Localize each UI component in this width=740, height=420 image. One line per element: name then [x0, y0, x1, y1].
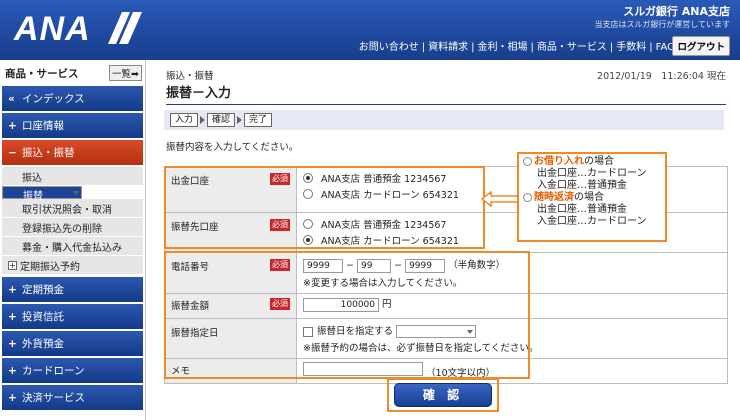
sidebar-item-label: 投資信託 [22, 311, 64, 323]
sidebar-item-label: 外貨預金 [22, 338, 64, 350]
bank-subtext: 当支店はスルガ銀行が運営しています [594, 20, 730, 29]
double-chevron-icon: « [8, 92, 15, 105]
header: ANA スルガ銀行 ANA支店 当支店はスルガ銀行が運営しています お問い合わせ… [0, 0, 740, 60]
sidebar-item-transfer[interactable]: − 振込・振替 [2, 140, 143, 165]
circle-icon [523, 192, 532, 202]
sidebar-item-label: 振込・振替 [22, 147, 75, 159]
sidebar-sub-delete-payee[interactable]: 登録振込先の削除 [2, 218, 143, 237]
callout-arrow-icon [481, 191, 519, 207]
sidebar-item-time-deposit[interactable]: + 定期預金 [2, 277, 143, 302]
highlight-details [164, 251, 530, 379]
datetime: 2012/01/19 11:26:04 現在 [597, 71, 726, 82]
sidebar-item-payment[interactable]: + 決済サービス [2, 385, 143, 410]
sidebar-sub-donation[interactable]: 募金・購入代金払込み [2, 237, 143, 256]
confirm-button[interactable]: 確 認 [394, 383, 492, 407]
nav-documents[interactable]: 資料請求 [425, 42, 471, 53]
sidebar-item-investment[interactable]: + 投資信託 [2, 304, 143, 329]
plus-icon: + [8, 283, 17, 296]
sidebar-sub-label: 定期振込予約 [20, 261, 80, 273]
callout-line: 入金口座…カードローン [537, 216, 647, 227]
sidebar-item-label: 口座情報 [22, 120, 64, 132]
nav-contact[interactable]: お問い合わせ [356, 42, 422, 53]
nav-fees[interactable]: 手数料 [613, 42, 649, 53]
plus-box-icon: + [8, 260, 17, 270]
sidebar-header: 商品・サービス 一覧➡ [0, 60, 145, 86]
ana-logo-stripes-icon [108, 12, 142, 44]
list-button[interactable]: 一覧➡ [109, 65, 142, 81]
nav-rates[interactable]: 金利・相場 [475, 42, 531, 53]
sidebar-item-card-loan[interactable]: + カードローン [2, 358, 143, 383]
plus-icon: + [8, 337, 17, 350]
callout-heading-1-suffix: の場合 [584, 156, 614, 167]
highlight-accounts [164, 166, 485, 249]
step-arrow-icon [200, 116, 206, 124]
plus-icon: + [8, 119, 17, 132]
header-nav: お問い合わせ | 資料請求 | 金利・相場 | 商品・サービス | 手数料 | FAQ [356, 38, 678, 53]
plus-icon: + [8, 310, 17, 323]
sidebar-item-label: インデックス [22, 93, 85, 105]
sidebar-sub-scheduled[interactable]: + 定期振込予約 [2, 256, 143, 275]
sidebar-item-account-info[interactable]: + 口座情報 [2, 113, 143, 138]
step-arrow-icon [237, 116, 243, 124]
nav-products[interactable]: 商品・サービス [534, 42, 610, 53]
sidebar-item-label: 定期預金 [22, 284, 64, 296]
step-indicator: 入力 確認 完了 [164, 110, 724, 130]
ana-logo[interactable]: ANA [14, 10, 91, 49]
sidebar-item-label: カードローン [22, 365, 85, 377]
plus-icon: + [8, 364, 17, 377]
minus-icon: − [8, 146, 17, 159]
instruction: 振替内容を入力してください。 [166, 142, 299, 153]
bank-name: スルガ銀行 ANA支店 [623, 5, 730, 18]
callout-box: お借り入れの場合 出金口座…カードローン 入金口座…普通預金 随時返済の場合 出… [517, 152, 667, 242]
callout-heading-2: 随時返済 [534, 192, 574, 203]
callout-heading-1: お借り入れ [534, 156, 584, 167]
step-confirm: 確認 [207, 113, 236, 127]
callout-line: 入金口座…普通預金 [537, 180, 627, 191]
step-complete: 完了 [244, 113, 273, 127]
sidebar-sub-furikae[interactable]: 振替 [2, 186, 82, 202]
sidebar: 商品・サービス 一覧➡ «インデックス + 口座情報 − 振込・振替 振込 振替 取… [0, 60, 146, 420]
sidebar-item-foreign[interactable]: + 外貨預金 [2, 331, 143, 356]
callout-heading-2-suffix: の場合 [574, 192, 604, 203]
page-title: 振替－入力 [166, 82, 726, 105]
step-input: 入力 [170, 113, 199, 127]
sidebar-sub-furikomi[interactable]: 振込 [2, 167, 143, 186]
circle-icon [523, 156, 532, 166]
logout-button[interactable]: ログアウト [672, 36, 730, 56]
bank-info: スルガ銀行 ANA支店 当支店はスルガ銀行が運営しています [594, 3, 730, 30]
sidebar-item-index[interactable]: « インデックス [2, 86, 143, 111]
callout-line: 出金口座…普通預金 [537, 204, 627, 215]
sidebar-title: 商品・サービス [5, 67, 79, 80]
callout-line: 出金口座…カードローン [537, 168, 647, 179]
sidebar-item-label: 決済サービス [22, 392, 85, 404]
plus-icon: + [8, 391, 17, 404]
breadcrumb: 振込・振替 [166, 71, 214, 82]
